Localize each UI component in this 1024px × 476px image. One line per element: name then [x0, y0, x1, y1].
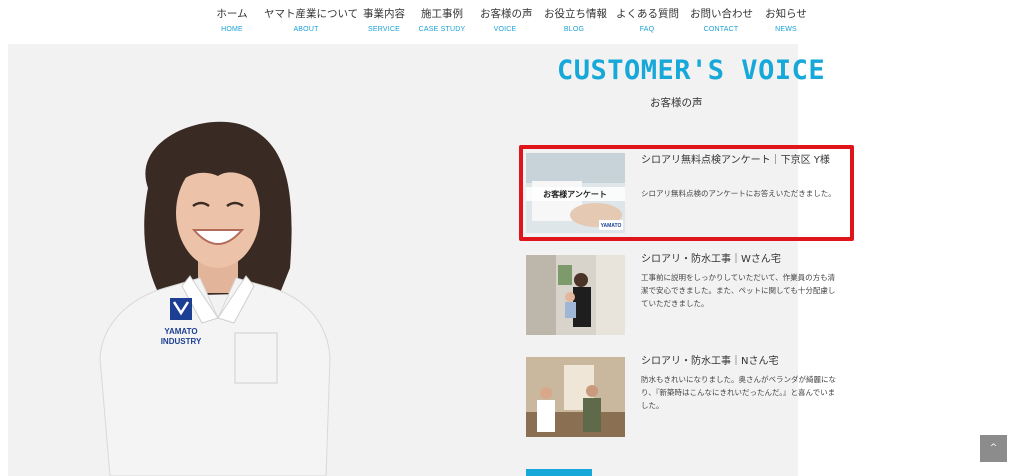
nav-label-en: CASE STUDY	[418, 26, 466, 33]
nav-label-jp: 施工事例	[421, 8, 463, 20]
nav-label-jp: よくある質問	[616, 8, 679, 20]
card-thumbnail[interactable]	[526, 357, 625, 437]
voice-card[interactable]: シロアリ・防水工事｜Wさん宅 工事前に説明をしっかりしていただいて、作業員の方も…	[526, 252, 836, 335]
nav-item-case-study[interactable]: 施工事例 CASE STUDY	[418, 7, 466, 33]
nav-label-en: NEWS	[775, 26, 797, 33]
card-thumbnail[interactable]	[526, 255, 625, 335]
nav-item-news[interactable]: お知らせ NEWS	[764, 7, 808, 33]
nav-label-jp: お役立ち情報	[544, 8, 607, 20]
card-title[interactable]: シロアリ・防水工事｜Nさん宅	[641, 354, 836, 370]
chevron-up-icon: ^	[989, 443, 998, 453]
nav-label-en: VOICE	[493, 26, 517, 33]
section-subtitle: お客様の声	[650, 97, 703, 109]
voice-card[interactable]: シロアリ・防水工事｜Nさん宅 防水もきれいになりました。奥さんがベランダが綺麗に…	[526, 354, 836, 437]
scroll-top-button[interactable]: ^	[980, 435, 1007, 462]
nav-item-voice[interactable]: お客様の声 VOICE	[480, 7, 533, 33]
staff-photo: YAMATO INDUSTRY	[99, 121, 331, 476]
nav-label-en: SERVICE	[367, 26, 400, 33]
nav-item-service[interactable]: 事業内容 SERVICE	[362, 7, 406, 33]
card-excerpt: 工事前に説明をしっかりしていただいて、作業員の方も清潔で安心できました。また、ペ…	[641, 273, 836, 308]
nav-label-en: FAQ	[639, 26, 655, 33]
global-nav: ホーム HOME ヤマト産業について ABOUT 事業内容 SERVICE 施工…	[0, 0, 1024, 44]
nav-item-blog[interactable]: お役立ち情報 BLOG	[544, 7, 607, 33]
nav-label-jp: お問い合わせ	[690, 8, 753, 20]
nav-item-about[interactable]: ヤマト産業について ABOUT	[264, 7, 359, 33]
shirt-logo-line1: YAMATO	[164, 327, 197, 336]
nav-item-home[interactable]: ホーム HOME	[216, 7, 248, 33]
nav-label-jp: ホーム	[216, 8, 248, 20]
nav-label-en: ABOUT	[293, 26, 319, 33]
nav-label-jp: お客様の声	[480, 8, 533, 20]
nav-label-en: BLOG	[563, 26, 585, 33]
card-title[interactable]: シロアリ・防水工事｜Wさん宅	[641, 252, 836, 268]
nav-label-jp: ヤマト産業について	[264, 8, 359, 20]
section-title: CUSTOMER'S VOICE	[557, 55, 826, 86]
shirt-logo-line2: INDUSTRY	[161, 337, 202, 346]
highlight-box	[519, 145, 854, 241]
nav-label-jp: お知らせ	[765, 8, 807, 20]
nav-label-jp: 事業内容	[363, 8, 405, 20]
card-excerpt: 防水もきれいになりました。奥さんがベランダが綺麗になり、『新築時はこんなにきれい…	[641, 375, 836, 410]
nav-item-faq[interactable]: よくある質問 FAQ	[616, 7, 679, 33]
nav-item-contact[interactable]: お問い合わせ CONTACT	[690, 7, 753, 33]
nav-label-en: CONTACT	[703, 26, 739, 33]
more-button[interactable]	[526, 469, 592, 476]
nav-label-en: HOME	[221, 26, 243, 33]
